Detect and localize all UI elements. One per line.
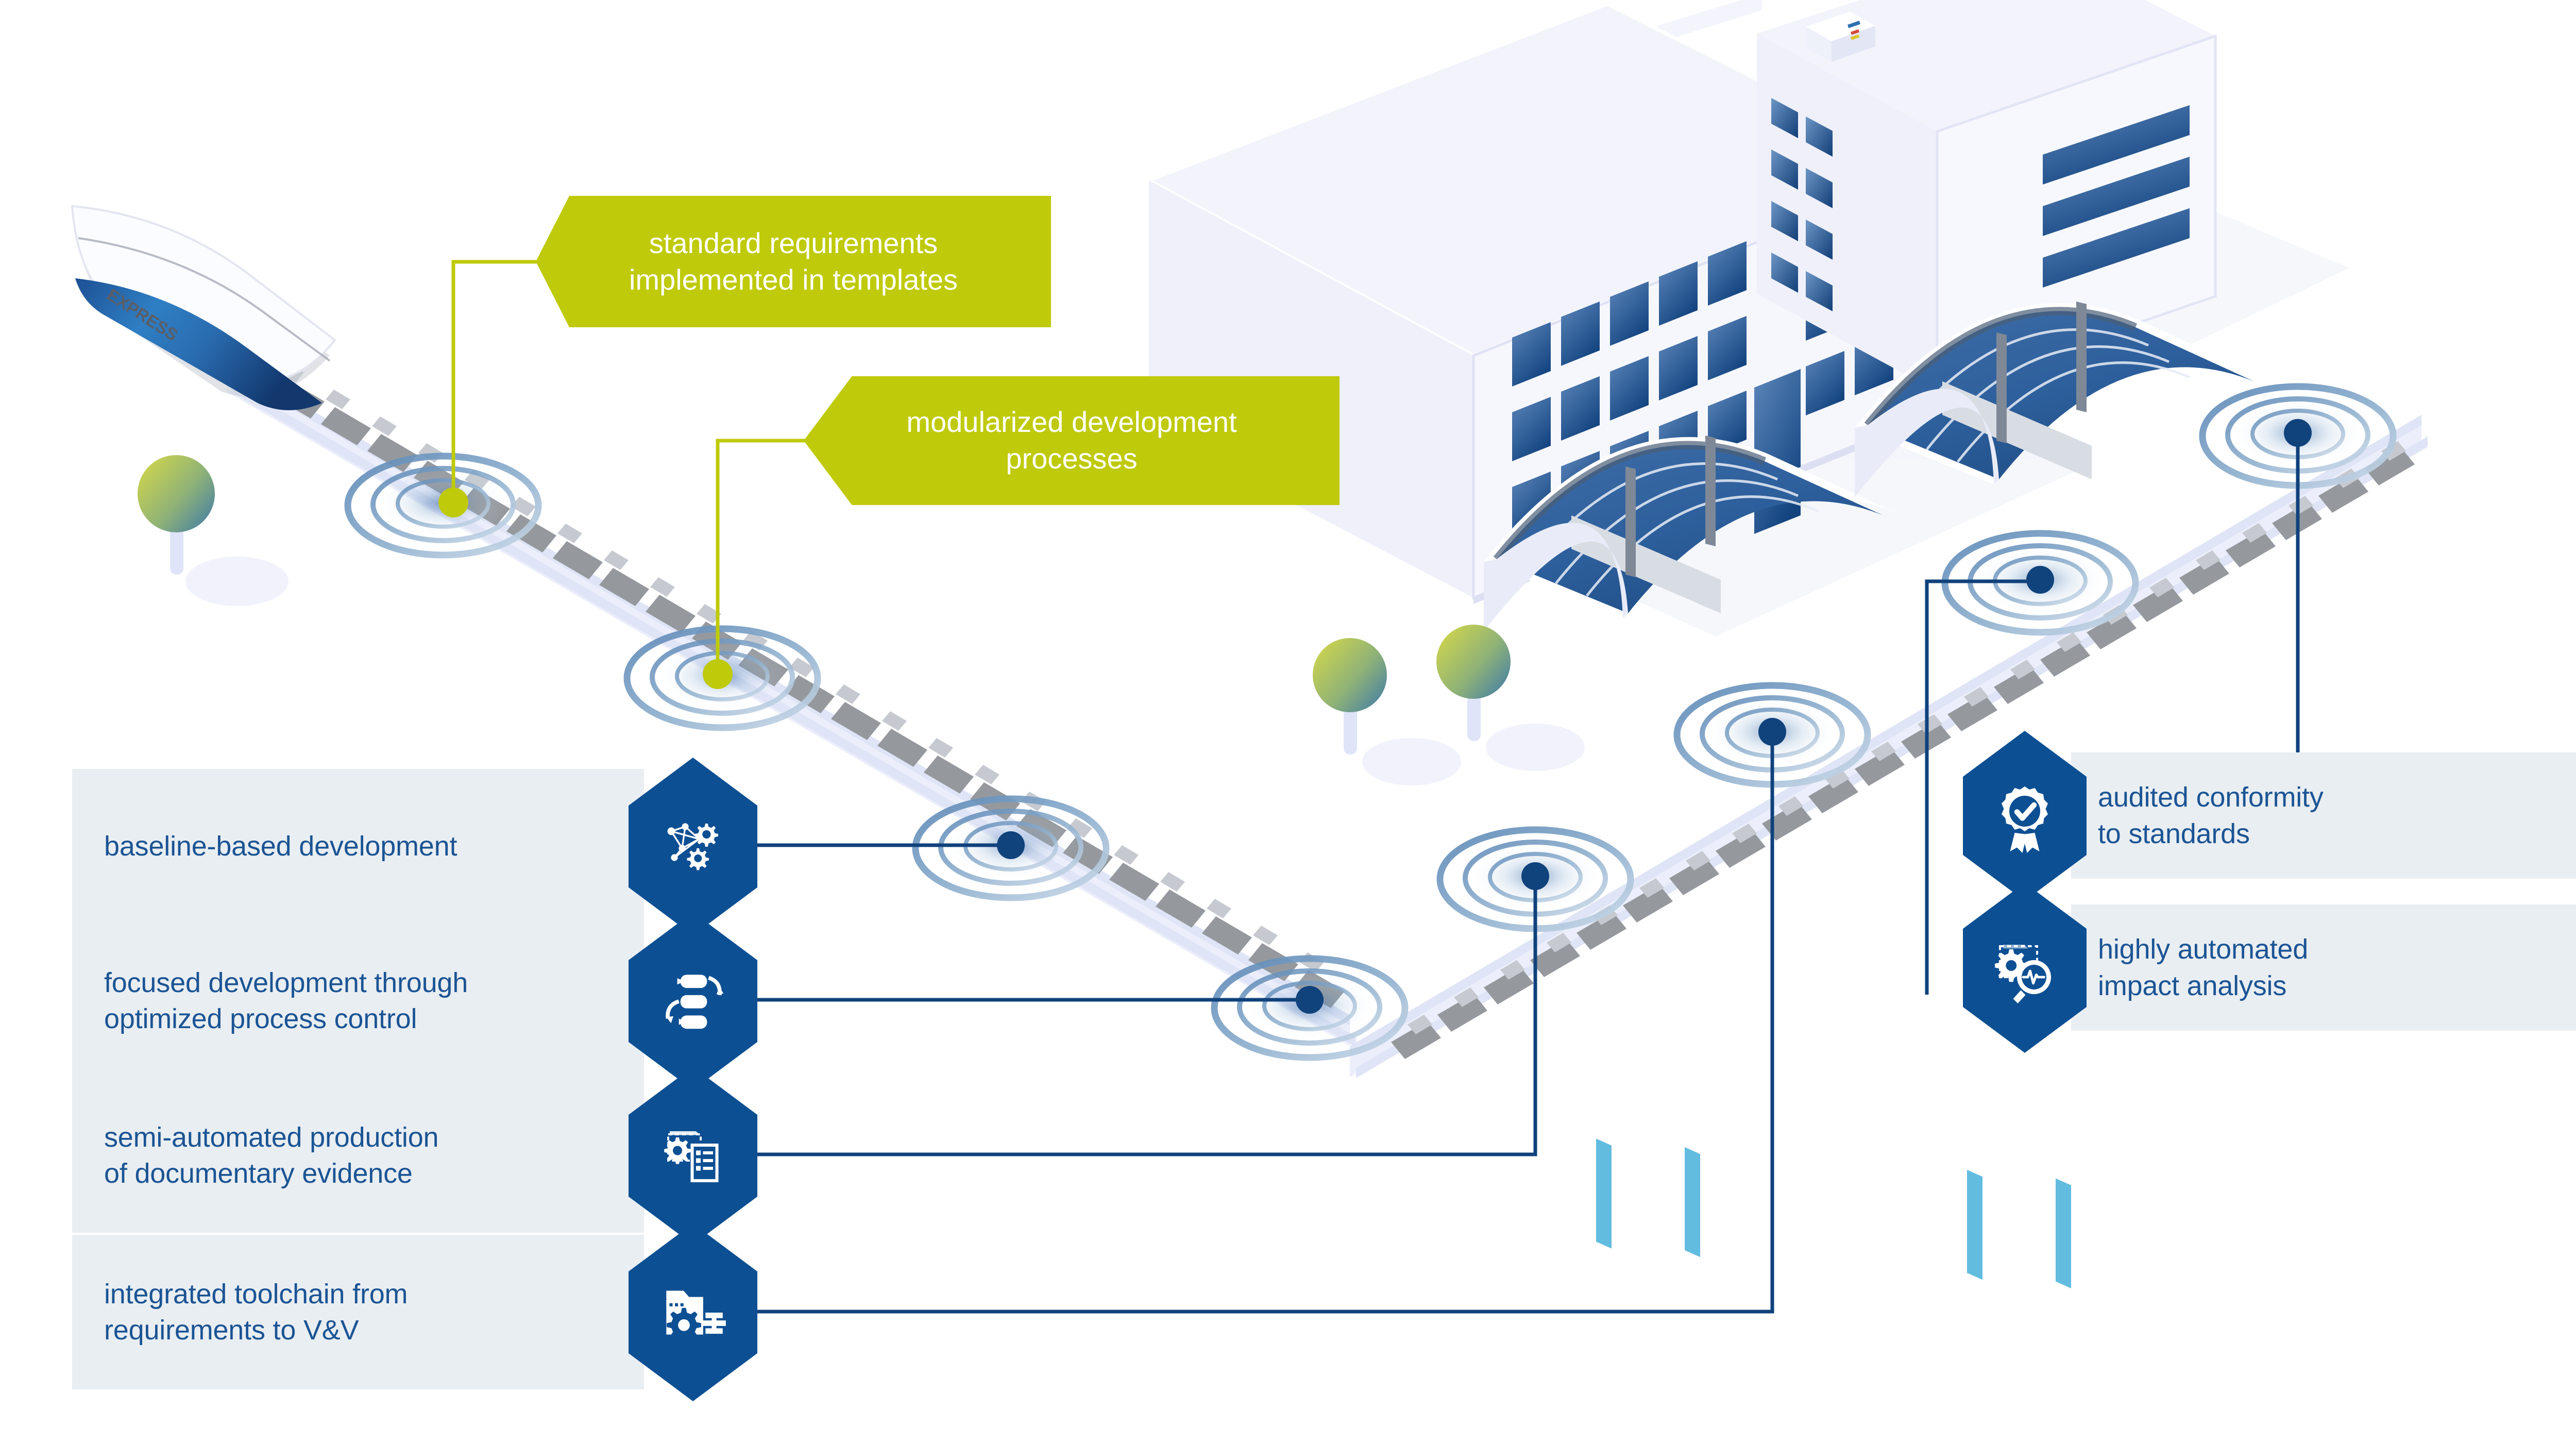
station-1-dot xyxy=(438,488,468,517)
item-semi-automated-production-label: semi-automated production of documentary… xyxy=(104,1121,439,1189)
infographic-canvas: EXPRESS standard requirements implemente… xyxy=(0,0,2576,1443)
item-baseline-based-development-label: baseline-based development xyxy=(104,830,457,862)
item-highly-automated-impact-analysis-bar: highly automated impact analysis xyxy=(2071,904,2576,1031)
tree-left xyxy=(138,455,289,606)
station-6-dot xyxy=(1758,718,1786,746)
item-focused-development-bar: focused development through optimized pr… xyxy=(72,924,644,1078)
station-4-dot xyxy=(1296,986,1324,1014)
item-semi-automated-production[interactable]: semi-automated production of documentary… xyxy=(72,1067,757,1245)
callout-standard-requirements[interactable]: standard requirements implemented in tem… xyxy=(536,196,1051,327)
item-integrated-toolchain-label: integrated toolchain from requirements t… xyxy=(104,1278,408,1346)
item-integrated-toolchain-bar: integrated toolchain from requirements t… xyxy=(72,1235,644,1389)
station-5-dot xyxy=(1521,862,1549,890)
network-gears-icon xyxy=(629,758,757,935)
station-8-dot xyxy=(2284,419,2312,447)
item-focused-development[interactable]: focused development through optimized pr… xyxy=(72,912,757,1090)
station-7-dot xyxy=(2026,566,2054,594)
document-gear-checklist-icon xyxy=(629,1067,757,1245)
award-ribbon-check-icon xyxy=(1963,731,2087,901)
tree-middle-2 xyxy=(1436,625,1585,771)
item-baseline-based-development[interactable]: baseline-based development xyxy=(72,758,757,935)
item-semi-automated-production-bar: semi-automated production of documentary… xyxy=(72,1078,644,1233)
item-audited-conformity-bar: audited conformity to standards xyxy=(2071,752,2576,879)
station-2-dot xyxy=(703,659,733,689)
item-focused-development-label: focused development through optimized pr… xyxy=(104,967,468,1034)
process-flow-loop-icon xyxy=(629,912,757,1090)
gear-magnifier-pulse-icon xyxy=(1963,883,2087,1053)
item-audited-conformity-label: audited conformity to standards xyxy=(2098,782,2324,849)
item-highly-automated-impact-analysis-label: highly automated impact analysis xyxy=(2098,934,2309,1001)
callout-standard-requirements-label: standard requirements implemented in tem… xyxy=(536,196,1051,327)
high-speed-train: EXPRESS xyxy=(71,205,336,410)
folder-gear-toolchain-icon xyxy=(629,1223,757,1401)
item-baseline-based-development-bar: baseline-based development xyxy=(72,769,644,924)
callout-modularized-development[interactable]: modularized development processes xyxy=(804,376,1340,505)
item-integrated-toolchain[interactable]: integrated toolchain from requirements t… xyxy=(72,1223,757,1401)
item-audited-conformity[interactable]: audited conformity to standards xyxy=(1963,731,2576,901)
item-highly-automated-impact-analysis[interactable]: highly automated impact analysis xyxy=(1963,883,2576,1053)
callout-modularized-development-label: modularized development processes xyxy=(804,376,1340,505)
station-3-dot xyxy=(997,831,1025,859)
